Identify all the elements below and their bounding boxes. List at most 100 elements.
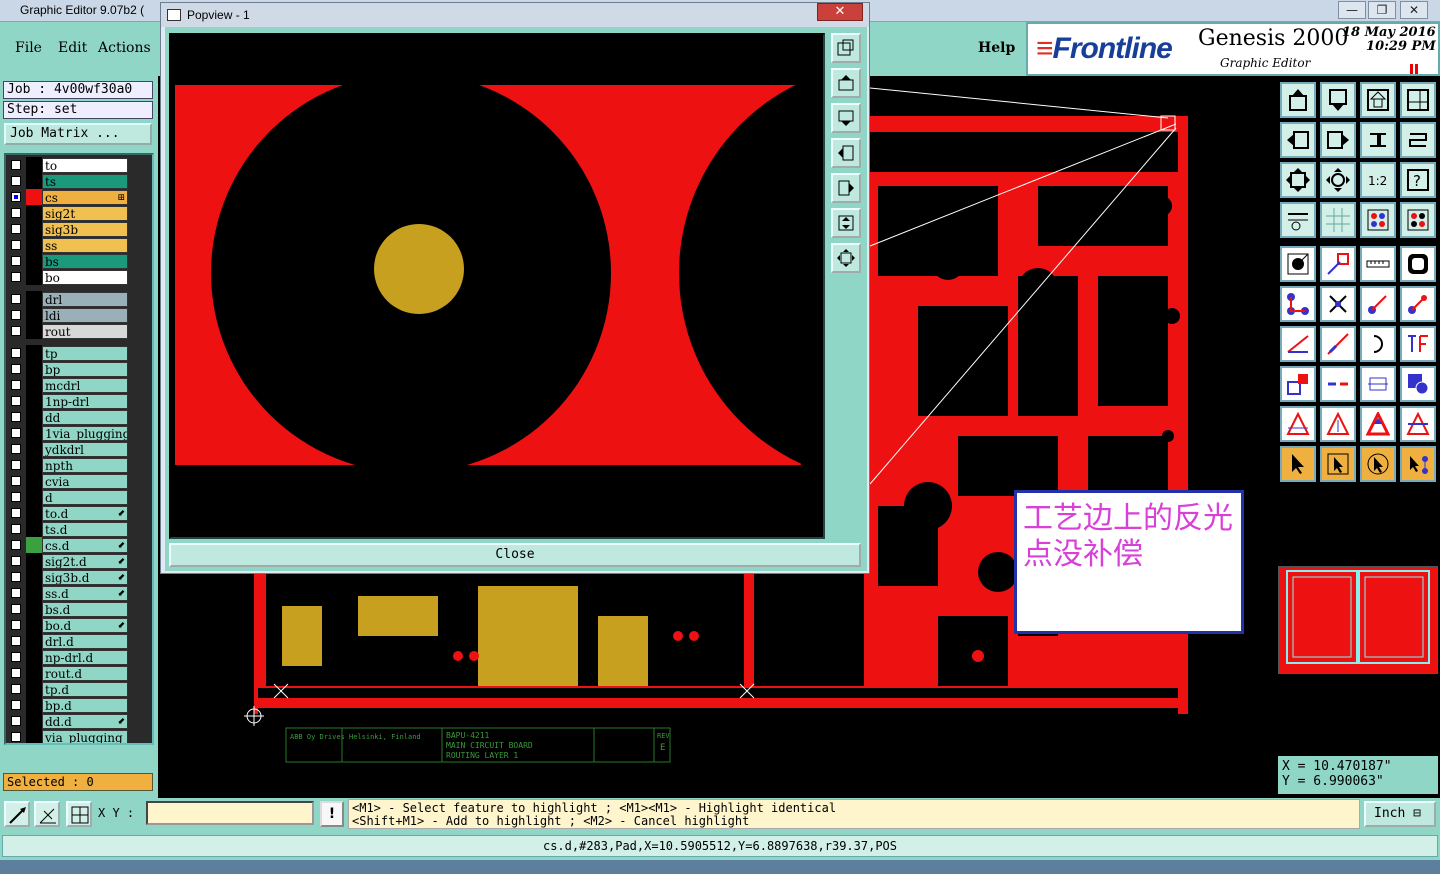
layer-checkbox[interactable]: [11, 256, 21, 266]
layer-name[interactable]: ts.d: [42, 522, 128, 537]
layer-row[interactable]: to: [6, 157, 152, 173]
layer-row[interactable]: 1np-drl: [6, 393, 152, 409]
popview-close-button[interactable]: Close: [169, 543, 861, 567]
layer-name[interactable]: via_plugging: [42, 730, 128, 743]
view-down-icon[interactable]: [1320, 82, 1356, 118]
layer-row[interactable]: sig3b.d ⬋: [6, 569, 152, 585]
pan-right-icon[interactable]: [1320, 122, 1356, 158]
layer-row[interactable]: d: [6, 489, 152, 505]
layer-checkbox[interactable]: [11, 732, 21, 742]
layer-name[interactable]: tp: [42, 346, 128, 361]
layer-checkbox[interactable]: [11, 604, 21, 614]
layer-checkbox[interactable]: [11, 524, 21, 534]
split-view-icon[interactable]: [1400, 82, 1436, 118]
layer-checkbox[interactable]: [11, 412, 21, 422]
layer-name[interactable]: bp.d: [42, 698, 128, 713]
grid-snap-icon[interactable]: [66, 801, 92, 827]
layer-name[interactable]: sig3b.d ⬋: [42, 570, 128, 585]
select-net-icon[interactable]: [1400, 446, 1436, 482]
layer-row[interactable]: bp: [6, 361, 152, 377]
layer-name[interactable]: ldi: [42, 308, 128, 323]
layers-alt-icon[interactable]: [1400, 202, 1436, 238]
layer-name[interactable]: cs ⊞: [42, 190, 128, 205]
line-angle-icon[interactable]: [1280, 326, 1316, 362]
layer-name[interactable]: sig2t.d ⬋: [42, 554, 128, 569]
scale-1-2-icon[interactable]: 1:2: [1360, 162, 1396, 198]
layer-row[interactable]: sig3b: [6, 221, 152, 237]
triangle-icon[interactable]: [1280, 406, 1316, 442]
layer-name[interactable]: dd: [42, 410, 128, 425]
job-matrix-button[interactable]: Job Matrix ...: [4, 123, 152, 145]
layer-row[interactable]: ts.d: [6, 521, 152, 537]
layer-row[interactable]: dd: [6, 409, 152, 425]
layer-checkbox[interactable]: [11, 508, 21, 518]
layer-row[interactable]: np-drl.d: [6, 649, 152, 665]
layer-row[interactable]: to.d ⬋: [6, 505, 152, 521]
layer-checkbox[interactable]: [11, 444, 21, 454]
layer-row[interactable]: tp.d: [6, 681, 152, 697]
layer-row[interactable]: rout.d: [6, 665, 152, 681]
layer-row[interactable]: tp: [6, 345, 152, 361]
copy-icon[interactable]: [1400, 286, 1436, 322]
unit-selector[interactable]: Inch ⊟: [1364, 801, 1436, 827]
close-window-button[interactable]: ✕: [1400, 1, 1428, 19]
layer-name[interactable]: rout: [42, 324, 128, 339]
layer-name[interactable]: d: [42, 490, 128, 505]
layer-name[interactable]: drl.d: [42, 634, 128, 649]
measure-icon[interactable]: [1360, 366, 1396, 402]
popview-titlebar[interactable]: Popview - 1 ✕: [161, 3, 869, 27]
layer-name[interactable]: npth: [42, 458, 128, 473]
menu-actions[interactable]: Actions: [98, 40, 151, 56]
layer-checkbox[interactable]: [11, 380, 21, 390]
layer-name[interactable]: 1via_plugging: [42, 426, 128, 441]
layer-row[interactable]: cs ⊞: [6, 189, 152, 205]
layer-row[interactable]: via_plugging: [6, 729, 152, 743]
layer-checkbox[interactable]: [11, 160, 21, 170]
layer-name[interactable]: dd.d ⬋: [42, 714, 128, 729]
layer-checkbox[interactable]: [11, 556, 21, 566]
layer-name[interactable]: ydkdrl: [42, 442, 128, 457]
layer-row[interactable]: sig2t.d ⬋: [6, 553, 152, 569]
pad-add-icon[interactable]: [1280, 246, 1316, 282]
shape-edit-icon[interactable]: [1320, 246, 1356, 282]
layer-name[interactable]: bo.d ⬋: [42, 618, 128, 633]
settings-icon[interactable]: [1280, 202, 1316, 238]
snap-icon[interactable]: [4, 801, 30, 827]
layer-row[interactable]: rout: [6, 323, 152, 339]
layer-checkbox[interactable]: [11, 684, 21, 694]
zoom-window-button[interactable]: [831, 33, 861, 63]
maximize-button[interactable]: ❐: [1368, 1, 1396, 19]
layer-checkbox[interactable]: [11, 272, 21, 282]
layer-name[interactable]: ts: [42, 174, 128, 189]
layer-name[interactable]: 1np-drl: [42, 394, 128, 409]
layer-row[interactable]: ydkdrl: [6, 441, 152, 457]
layer-checkbox[interactable]: [11, 294, 21, 304]
delete-icon[interactable]: [1320, 286, 1356, 322]
select-pointer-icon[interactable]: [1280, 446, 1316, 482]
popview-close-x[interactable]: ✕: [817, 3, 863, 21]
layer-name[interactable]: bo: [42, 270, 128, 285]
layer-checkbox[interactable]: [11, 652, 21, 662]
resize-icon[interactable]: [1280, 366, 1316, 402]
pan-right-button[interactable]: [831, 173, 861, 203]
angle-snap-icon[interactable]: [34, 801, 60, 827]
layer-checkbox[interactable]: [11, 636, 21, 646]
layer-row[interactable]: cvia: [6, 473, 152, 489]
layer-row[interactable]: bo: [6, 269, 152, 285]
menu-edit[interactable]: Edit: [58, 40, 87, 56]
surface-icon[interactable]: [1400, 246, 1436, 282]
layer-row[interactable]: ldi: [6, 307, 152, 323]
layer-checkbox[interactable]: [11, 476, 21, 486]
layer-row[interactable]: ss: [6, 237, 152, 253]
line-draw-icon[interactable]: [1320, 326, 1356, 362]
layer-row[interactable]: bs: [6, 253, 152, 269]
layer-checkbox[interactable]: [11, 572, 21, 582]
layer-row[interactable]: mcdrl: [6, 377, 152, 393]
popview-canvas[interactable]: [169, 33, 825, 539]
grid-icon[interactable]: [1320, 202, 1356, 238]
layer-checkbox[interactable]: [11, 396, 21, 406]
layer-checkbox[interactable]: [11, 492, 21, 502]
layer-name[interactable]: ss.d ⬋: [42, 586, 128, 601]
layer-name[interactable]: bp: [42, 362, 128, 377]
view-up-icon[interactable]: [1280, 82, 1316, 118]
